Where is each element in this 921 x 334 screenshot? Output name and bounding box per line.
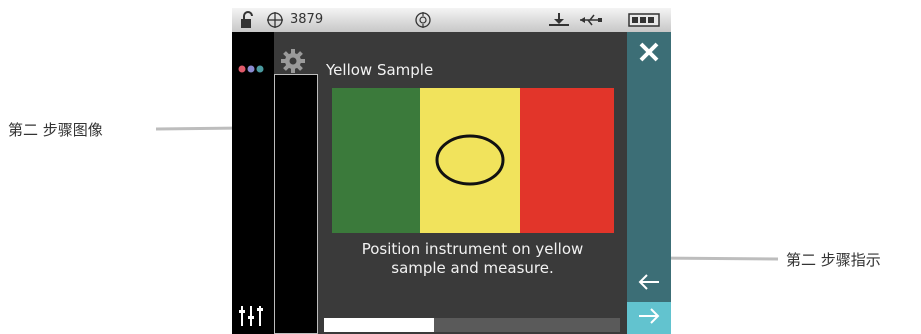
step-image-annotation: 第二 步骤图像 xyxy=(8,121,103,139)
close-icon xyxy=(638,41,660,67)
page-title: Yellow Sample xyxy=(326,61,434,79)
target-circle-icon xyxy=(414,11,432,34)
dots-menu-icon[interactable] xyxy=(237,59,267,78)
device-screen: 3879 Yellow Sample Position instrument o… xyxy=(232,8,671,334)
progress-fill xyxy=(324,318,434,332)
step-instruction-annotation: 第二 步骤指示 xyxy=(786,251,881,269)
close-button[interactable] xyxy=(627,32,671,76)
progress-bar xyxy=(324,318,620,332)
step-image xyxy=(332,88,614,233)
status-bar: 3879 xyxy=(232,8,671,32)
usb-icon xyxy=(578,12,602,33)
sliders-icon[interactable] xyxy=(238,304,264,332)
instruction-line-2: sample and measure. xyxy=(391,259,554,277)
battery-icon xyxy=(628,12,662,33)
crosshair-icon xyxy=(266,11,284,34)
back-button[interactable] xyxy=(627,270,671,298)
right-rail xyxy=(627,32,671,334)
left-rail xyxy=(232,32,274,334)
count-value: 3879 xyxy=(290,12,324,27)
next-button[interactable] xyxy=(627,302,671,334)
side-panel xyxy=(274,74,318,334)
arrow-right-icon xyxy=(637,306,661,330)
unlock-icon xyxy=(240,11,256,34)
arrow-left-icon xyxy=(637,272,661,296)
usb-download-icon xyxy=(548,12,570,33)
instruction-line-1: Position instrument on yellow xyxy=(361,240,584,258)
step-instruction: Position instrument on yellow sample and… xyxy=(318,240,627,278)
